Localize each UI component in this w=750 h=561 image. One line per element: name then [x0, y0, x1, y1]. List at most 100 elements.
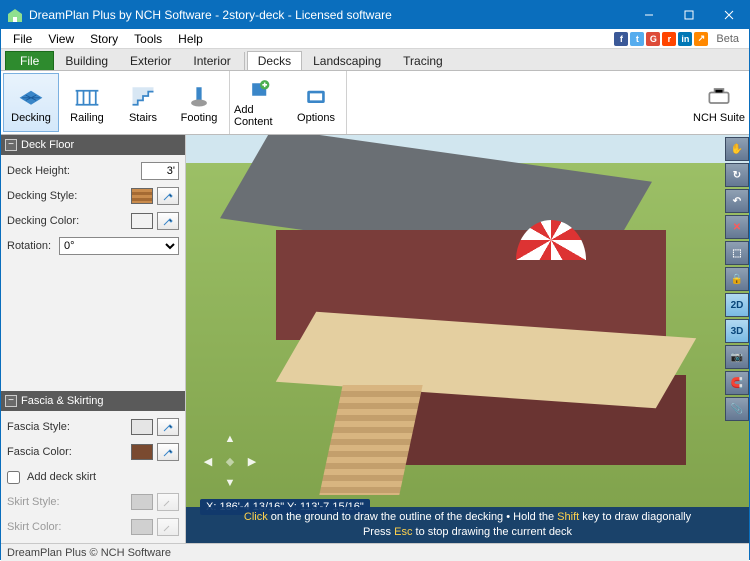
- fascia-color-picker[interactable]: [157, 443, 179, 461]
- suite-icon: [705, 82, 733, 110]
- decking-style-label: Decking Style:: [7, 190, 127, 202]
- decking-color-swatch[interactable]: [131, 213, 153, 229]
- panel-header-fascia[interactable]: − Fascia & Skirting: [1, 391, 185, 411]
- viewport-3d[interactable]: ✋ ↻ ↶ ✕ ⬚ 🔒 2D 3D 📷 🧲 📎 ▲ ▼ ◀ ▶ ◆ X: 186…: [186, 135, 749, 543]
- rotation-select[interactable]: 0°: [59, 237, 179, 255]
- nav-left[interactable]: ◀: [200, 453, 216, 469]
- add-skirt-checkbox[interactable]: [7, 471, 20, 484]
- minimize-button[interactable]: [629, 1, 669, 29]
- social-linkedin-icon[interactable]: in: [678, 32, 692, 46]
- panel-body-deck-floor: Deck Height: Decking Style: Decking Colo…: [1, 155, 185, 262]
- eyedropper-icon: [162, 496, 174, 508]
- menu-tools[interactable]: Tools: [126, 30, 170, 48]
- decking-style-swatch[interactable]: [131, 188, 153, 204]
- nav-up[interactable]: ▲: [222, 431, 238, 447]
- tab-decks[interactable]: Decks: [247, 51, 302, 70]
- tab-file[interactable]: File: [5, 51, 54, 70]
- fascia-style-picker[interactable]: [157, 418, 179, 436]
- eyedropper-icon: [162, 446, 174, 458]
- add-skirt-label: Add deck skirt: [27, 471, 179, 483]
- footing-icon: [185, 82, 213, 110]
- skirt-color-row: Skirt Color:: [7, 517, 179, 537]
- collapse-icon[interactable]: −: [5, 395, 17, 407]
- decking-style-row: Decking Style:: [7, 186, 179, 206]
- status-bar: DreamPlan Plus © NCH Software: [1, 543, 749, 561]
- panel-body-fascia: Fascia Style: Fascia Color: Add deck ski…: [1, 411, 185, 543]
- fascia-style-label: Fascia Style:: [7, 421, 127, 433]
- scene-render: [186, 135, 749, 543]
- ribbon-add-content-button[interactable]: Add Content: [232, 73, 288, 132]
- menu-story[interactable]: Story: [82, 30, 126, 48]
- ribbon-label: NCH Suite: [693, 112, 745, 124]
- eyedropper-icon: [162, 215, 174, 227]
- window-title: DreamPlan Plus by NCH Software - 2story-…: [29, 8, 629, 22]
- social-share-icon[interactable]: ↗: [694, 32, 708, 46]
- social-google-icon[interactable]: G: [646, 32, 660, 46]
- ribbon-label: Options: [297, 112, 335, 124]
- tab-landscaping[interactable]: Landscaping: [302, 51, 392, 70]
- skirt-style-row: Skirt Style:: [7, 492, 179, 512]
- camera-tool[interactable]: 📷: [725, 345, 749, 369]
- ribbon-railing-button[interactable]: Railing: [59, 73, 115, 132]
- ribbon-stairs-button[interactable]: Stairs: [115, 73, 171, 132]
- undo-tool[interactable]: ↶: [725, 189, 749, 213]
- nav-right[interactable]: ▶: [244, 453, 260, 469]
- decking-color-label: Decking Color:: [7, 215, 127, 227]
- add-skirt-row: Add deck skirt: [7, 467, 179, 487]
- fascia-style-swatch[interactable]: [131, 419, 153, 435]
- select-tool[interactable]: ⬚: [725, 241, 749, 265]
- fascia-color-swatch[interactable]: [131, 444, 153, 460]
- nav-down[interactable]: ▼: [222, 475, 238, 491]
- view-2d-button[interactable]: 2D: [725, 293, 749, 317]
- viewport-toolbar: ✋ ↻ ↶ ✕ ⬚ 🔒 2D 3D 📷 🧲 📎: [723, 135, 749, 423]
- pan-tool[interactable]: ✋: [725, 137, 749, 161]
- ribbon-footing-button[interactable]: Footing: [171, 73, 227, 132]
- snap-tool[interactable]: 🧲: [725, 371, 749, 395]
- maximize-button[interactable]: [669, 1, 709, 29]
- eyedropper-icon: [162, 521, 174, 533]
- tab-building[interactable]: Building: [54, 51, 119, 70]
- skirt-color-label: Skirt Color:: [7, 521, 127, 533]
- delete-tool[interactable]: ✕: [725, 215, 749, 239]
- lock-tool[interactable]: 🔒: [725, 267, 749, 291]
- view-3d-button[interactable]: 3D: [725, 319, 749, 343]
- tab-exterior[interactable]: Exterior: [119, 51, 182, 70]
- collapse-icon[interactable]: −: [5, 139, 17, 151]
- social-twitter-icon[interactable]: t: [630, 32, 644, 46]
- attach-tool[interactable]: 📎: [725, 397, 749, 421]
- fascia-style-row: Fascia Style:: [7, 417, 179, 437]
- ribbon-decking-button[interactable]: Decking: [3, 73, 59, 132]
- deck-height-row: Deck Height:: [7, 161, 179, 181]
- tab-tracing[interactable]: Tracing: [392, 51, 454, 70]
- titlebar: DreamPlan Plus by NCH Software - 2story-…: [1, 1, 749, 29]
- hint-key: Esc: [394, 526, 412, 538]
- rotation-label: Rotation:: [7, 240, 55, 252]
- deck-height-input[interactable]: [141, 162, 179, 180]
- social-facebook-icon[interactable]: f: [614, 32, 628, 46]
- add-content-icon: [246, 77, 274, 102]
- menu-help[interactable]: Help: [170, 30, 211, 48]
- close-button[interactable]: [709, 1, 749, 29]
- decking-style-picker[interactable]: [157, 187, 179, 205]
- panel-header-deck-floor[interactable]: − Deck Floor: [1, 135, 185, 155]
- ribbon-options-button[interactable]: Options: [288, 73, 344, 132]
- menu-file[interactable]: File: [5, 30, 40, 48]
- tab-strip: File Building Exterior Interior Decks La…: [1, 49, 749, 71]
- fascia-color-row: Fascia Color:: [7, 442, 179, 462]
- nav-center[interactable]: ◆: [222, 453, 238, 469]
- social-reddit-icon[interactable]: r: [662, 32, 676, 46]
- side-panel: − Deck Floor Deck Height: Decking Style:…: [1, 135, 186, 543]
- ribbon-nch-suite-button[interactable]: NCH Suite: [691, 73, 747, 132]
- orbit-tool[interactable]: ↻: [725, 163, 749, 187]
- ribbon-label: Add Content: [234, 104, 286, 128]
- menu-view[interactable]: View: [40, 30, 82, 48]
- hint-key: Click: [244, 511, 268, 523]
- ribbon-label: Footing: [181, 112, 218, 124]
- skirt-style-swatch: [131, 494, 153, 510]
- decking-color-picker[interactable]: [157, 212, 179, 230]
- tab-interior[interactable]: Interior: [182, 51, 241, 70]
- decking-color-row: Decking Color:: [7, 211, 179, 231]
- fascia-color-label: Fascia Color:: [7, 446, 127, 458]
- main-area: − Deck Floor Deck Height: Decking Style:…: [1, 135, 749, 543]
- skirt-color-swatch: [131, 519, 153, 535]
